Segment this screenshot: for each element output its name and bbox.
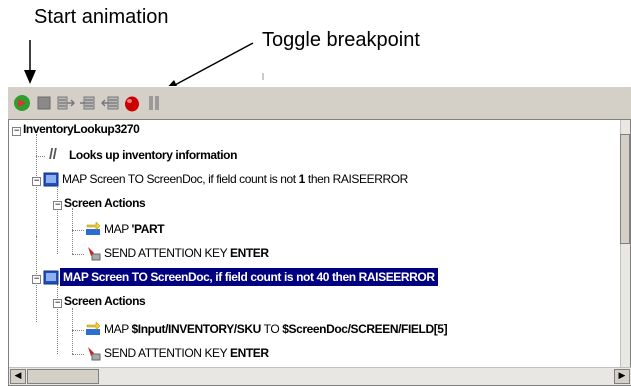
stop-button[interactable]: [34, 93, 54, 113]
map-part-value: 'PART: [131, 222, 165, 236]
vertical-scroll-thumb[interactable]: [620, 134, 630, 244]
map-input-prefix: MAP: [104, 322, 132, 336]
step-out-button[interactable]: [100, 93, 120, 113]
map-arrow-icon: [86, 321, 101, 335]
scroll-left-button[interactable]: ◀: [10, 369, 26, 384]
send1-key: ENTER: [229, 246, 269, 260]
screen-map-icon: [43, 270, 59, 285]
map-input-middle: TO: [260, 322, 283, 336]
toggle-breakpoint-callout: Toggle breakpoint: [262, 29, 420, 51]
vertical-scrollbar[interactable]: [620, 120, 630, 367]
map1-suffix: then RAISEERROR: [304, 172, 408, 186]
send2-prefix: SEND ATTENTION KEY: [104, 346, 230, 360]
script-tree: − InventoryLookup3270 // Looks up invent…: [9, 120, 622, 367]
tree-connector: [72, 308, 73, 354]
map1-prefix: MAP Screen TO ScreenDoc, if field count …: [62, 172, 299, 186]
stop-icon: [37, 96, 51, 110]
breakpoint-icon: [125, 96, 139, 112]
screen-map-icon: [43, 172, 59, 187]
tree-connector: [72, 208, 73, 254]
tree-connector: [72, 330, 84, 331]
map-input-target: $ScreenDoc/SCREEN/FIELD[5]: [282, 322, 448, 336]
tree-node-root[interactable]: InventoryLookup3270: [23, 120, 140, 138]
send-key-icon: [88, 347, 101, 361]
send2-key: ENTER: [229, 346, 269, 360]
tree-node-map1[interactable]: MAP Screen TO ScreenDoc, if field count …: [62, 170, 408, 188]
map-arrow-icon: [86, 221, 101, 235]
tree-connector: [57, 184, 58, 254]
start-animation-button[interactable]: [12, 93, 32, 113]
tree-node-map-input[interactable]: MAP $Input/INVENTORY/SKU TO $ScreenDoc/S…: [104, 320, 448, 338]
step-over-button[interactable]: [78, 93, 98, 113]
tree-node-send1[interactable]: SEND ATTENTION KEY ENTER: [104, 244, 269, 262]
pause-icon: [149, 96, 159, 110]
tree-connector: [72, 354, 84, 355]
tree-node-screen-actions-1[interactable]: Screen Actions: [64, 194, 146, 212]
tree-node-map2-selected[interactable]: MAP Screen TO ScreenDoc, if field count …: [60, 268, 438, 286]
collapse-toggle[interactable]: −: [12, 127, 21, 136]
collapse-toggle[interactable]: −: [32, 177, 41, 186]
send1-prefix: SEND ATTENTION KEY: [104, 246, 230, 260]
tree-node-comment[interactable]: Looks up inventory information: [69, 146, 237, 164]
toggle-breakpoint-button[interactable]: [122, 93, 142, 113]
tree-connector: [36, 156, 45, 157]
step-into-icon: [57, 96, 75, 110]
tree-connector: [57, 284, 58, 354]
step-over-icon: [80, 96, 95, 110]
script-tree-panel: − InventoryLookup3270 // Looks up invent…: [8, 119, 631, 386]
collapse-toggle[interactable]: −: [32, 275, 41, 284]
map-input-source: $Input/INVENTORY/SKU: [131, 322, 262, 336]
scroll-right-button[interactable]: ▶: [614, 369, 630, 384]
collapse-toggle[interactable]: −: [53, 201, 62, 210]
step-out-icon: [101, 96, 119, 110]
tree-connector: [72, 254, 84, 255]
tree-node-send2[interactable]: SEND ATTENTION KEY ENTER: [104, 344, 269, 362]
tree-node-map-part[interactable]: MAP 'PART: [104, 220, 165, 238]
send-key-icon: [88, 247, 101, 261]
collapse-toggle[interactable]: −: [53, 299, 62, 308]
debug-toolbar: [8, 86, 631, 121]
comment-icon: //: [49, 146, 57, 163]
horizontal-scrollbar[interactable]: ◀ ▶: [9, 367, 631, 385]
start-animation-callout: Start animation: [34, 6, 169, 28]
start-animation-icon: [14, 95, 30, 111]
pause-button[interactable]: [144, 93, 164, 113]
tree-connector: [72, 230, 84, 231]
step-into-button[interactable]: [56, 93, 76, 113]
map-part-prefix: MAP: [104, 222, 132, 236]
tree-node-screen-actions-2[interactable]: Screen Actions: [64, 292, 146, 310]
horizontal-scroll-thumb[interactable]: [27, 369, 99, 384]
